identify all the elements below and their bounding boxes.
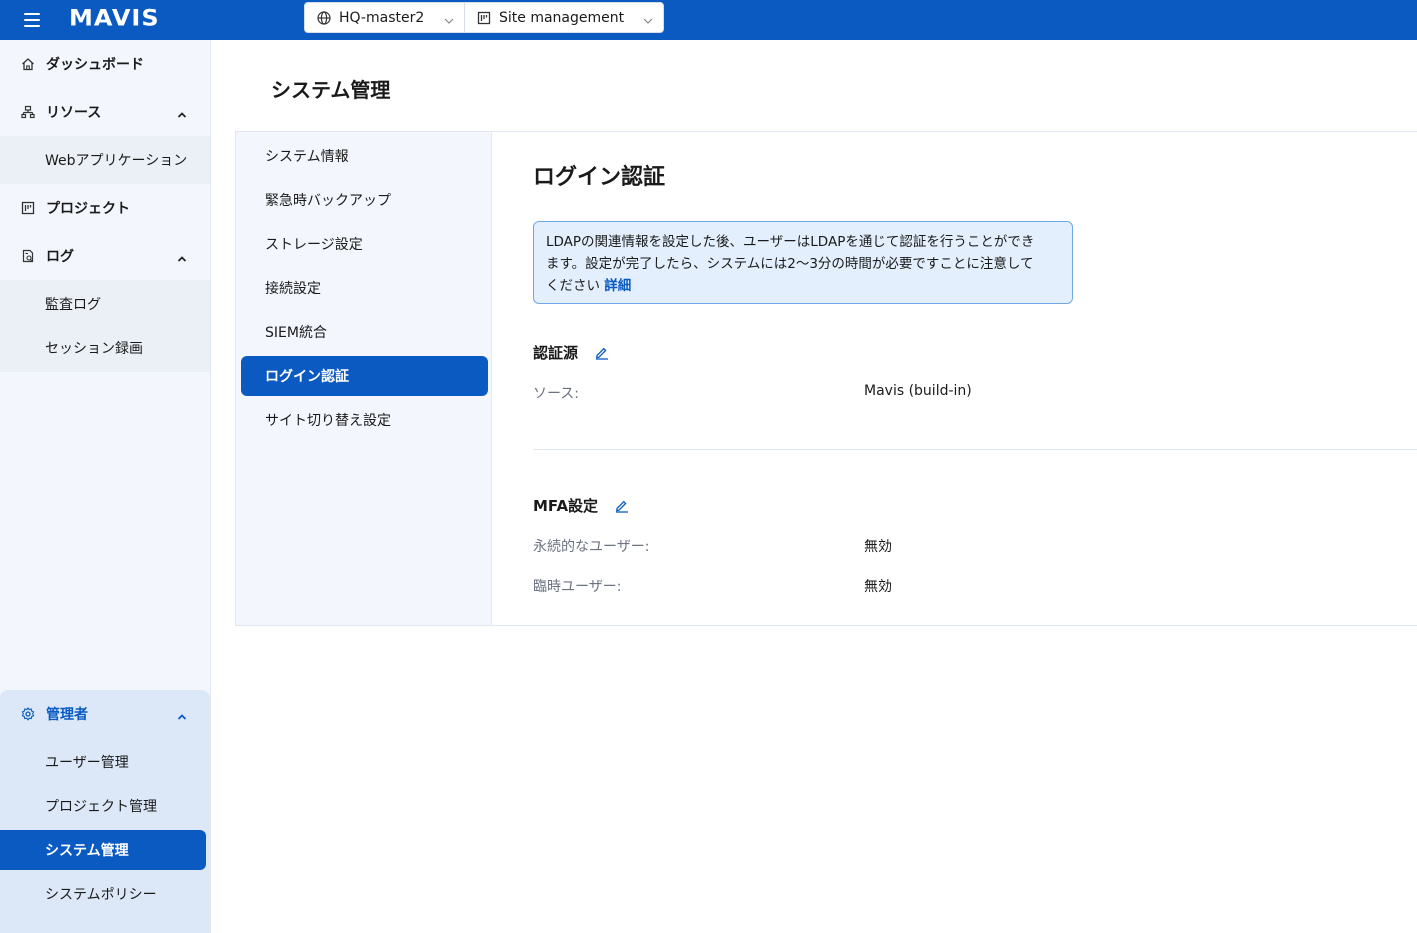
info-text: ください [546,278,600,294]
auth-source-header: 認証源 [533,342,610,363]
chevron-up-icon [176,708,188,720]
sidebar-item-label: 管理者 [46,707,88,723]
sidebar-item-resources[interactable]: リソース [0,88,210,136]
sidebar: ダッシュボード リソース Webアプリケーション プロジェクト ログ 監査ログ [0,40,211,933]
sidebar-item-label: プロジェクト [46,201,130,217]
globe-icon [316,10,332,26]
sidebar-item-system-management[interactable]: システム管理 [0,830,206,870]
sidebar-item-system-policy[interactable]: システムポリシー [0,872,210,916]
section-title: MFA設定 [533,497,599,515]
subnav-label: 緊急時バックアップ [265,193,391,209]
sidebar-item-session-recording[interactable]: セッション録画 [0,326,210,370]
sidebar-item-web-applications[interactable]: Webアプリケーション [0,138,210,182]
subnav-label: ストレージ設定 [265,237,363,253]
sidebar-item-project-management[interactable]: プロジェクト管理 [0,784,210,828]
page-title: システム管理 [271,78,391,102]
temporary-user-value: 無効 [864,579,892,595]
subnav-label: システム情報 [265,149,349,165]
subnav-storage-settings[interactable]: ストレージ設定 [241,224,488,264]
sidebar-item-projects[interactable]: プロジェクト [0,184,210,232]
sidebar-item-audit-log[interactable]: 監査ログ [0,282,210,326]
sidebar-item-label: システムポリシー [45,887,157,903]
details-link[interactable]: 詳細 [604,278,631,294]
temporary-user-label: 臨時ユーザー: [533,579,622,595]
home-icon [20,56,36,72]
logo: MAVIS [69,5,160,31]
gear-icon [20,706,36,722]
sidebar-item-label: リソース [46,105,102,121]
subnav-label: SIEM統合 [265,325,327,341]
sidebar-item-label: ログ [46,249,74,265]
site-selector[interactable]: Site management [464,2,664,33]
settings-subnav: システム情報 緊急時バックアップ ストレージ設定 接続設定 SIEM統合 ログイ… [236,132,492,625]
chevron-down-icon [443,12,455,24]
subnav-siem-integration[interactable]: SIEM統合 [241,312,488,352]
content-title: ログイン認証 [533,165,666,190]
top-bar: MAVIS HQ-master2 Site management [0,0,1417,40]
subnav-site-switch-settings[interactable]: サイト切り替え設定 [241,400,488,440]
permanent-user-value: 無効 [864,539,892,555]
info-text-line: ます。設定が完了したら、システムには2～3分の時間が必要ですことに注意して [546,256,1034,272]
sidebar-item-logs[interactable]: ログ [0,232,210,280]
subnav-system-info[interactable]: システム情報 [241,136,488,176]
sidebar-item-label: 監査ログ [45,297,101,313]
settings-panel: システム情報 緊急時バックアップ ストレージ設定 接続設定 SIEM統合 ログイ… [235,131,1417,626]
menu-icon[interactable] [22,9,44,31]
resources-submenu: Webアプリケーション [0,136,210,184]
section-title: 認証源 [533,344,579,362]
info-text-line: LDAPの関連情報を設定した後、ユーザーはLDAPを通じて認証を行うことができ [546,234,1035,250]
subnav-label: サイト切り替え設定 [265,413,391,429]
source-label: ソース: [533,386,580,402]
source-value: Mavis (build-in) [864,383,972,399]
subnav-connection-settings[interactable]: 接続設定 [241,268,488,308]
chevron-down-icon [642,12,654,24]
sidebar-item-label: プロジェクト管理 [45,799,157,815]
subnav-emergency-backup[interactable]: 緊急時バックアップ [241,180,488,220]
info-text-line: ください 詳細 [546,275,1060,297]
subnav-label: 接続設定 [265,281,321,297]
log-file-icon [20,248,36,264]
admin-section: 管理者 ユーザー管理 プロジェクト管理 システム管理 システムポリシー [0,690,210,933]
sidebar-item-admin[interactable]: 管理者 [0,690,210,738]
chevron-up-icon [176,106,188,118]
edit-icon[interactable] [614,498,630,514]
host-selector[interactable]: HQ-master2 [304,2,465,33]
sidebar-item-label: システム管理 [45,843,129,859]
site-selector-label: Site management [499,9,625,26]
edit-icon[interactable] [594,345,610,361]
logs-submenu: 監査ログ セッション録画 [0,280,210,372]
sidebar-item-label: ユーザー管理 [45,755,129,771]
info-banner: LDAPの関連情報を設定した後、ユーザーはLDAPを通じて認証を行うことができ … [533,221,1073,304]
sidebar-item-label: ダッシュボード [46,57,144,73]
sidebar-item-dashboard[interactable]: ダッシュボード [0,40,210,88]
sidebar-item-label: セッション録画 [45,341,143,357]
sidebar-item-label: Webアプリケーション [45,153,188,169]
chevron-up-icon [176,250,188,262]
sidebar-item-user-management[interactable]: ユーザー管理 [0,740,210,784]
project-board-icon [20,200,36,216]
subnav-login-auth[interactable]: ログイン認証 [241,356,488,396]
subnav-label: ログイン認証 [265,369,349,385]
project-board-icon [476,10,492,26]
divider [533,449,1417,450]
host-selector-label: HQ-master2 [339,9,425,26]
permanent-user-label: 永続的なユーザー: [533,539,650,555]
sitemap-icon [20,104,36,120]
mfa-header: MFA設定 [533,495,630,516]
